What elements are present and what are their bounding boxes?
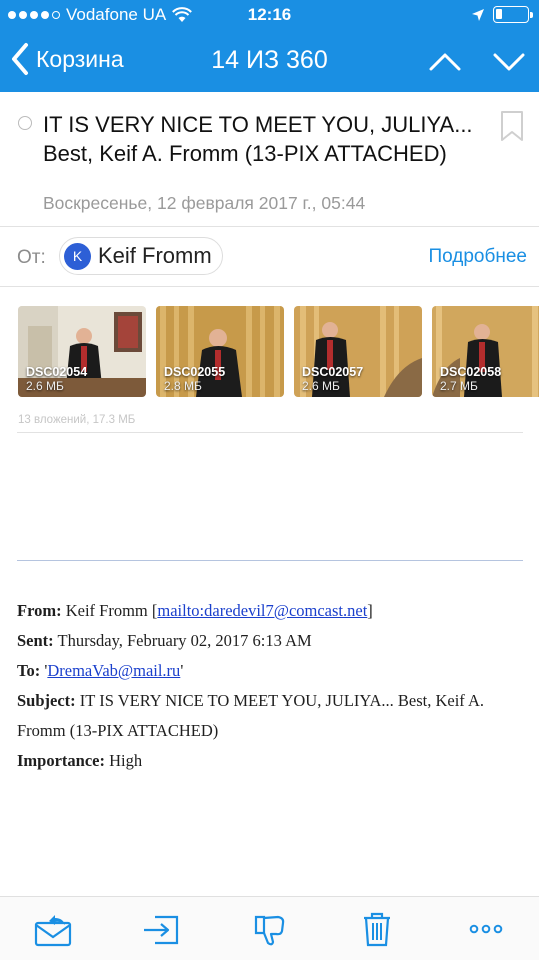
body-sent-value: Thursday, February 02, 2017 6:13 AM [57,631,312,650]
body-sent-line: Sent: Thursday, February 02, 2017 6:13 A… [17,626,522,656]
attachment-thumbnail[interactable]: DSC02055 2.8 МБ [156,306,284,397]
sender-chip[interactable]: K Keif Fromm [59,237,223,275]
body-importance-label: Importance: [17,751,105,770]
location-arrow-icon [472,8,484,21]
attachment-name: DSC02055 [164,365,226,379]
battery-icon [493,6,533,23]
clock: 12:16 [247,5,292,24]
attachments-strip: DSC02054 2.6 МБ DSC02055 2.8 МБ DSC02057… [18,306,539,398]
body-to-close: ' [180,661,184,680]
body-from-close: ] [367,601,373,620]
spam-icon[interactable] [250,909,290,949]
body-subject-value: IT IS VERY NICE TO MEET YOU, JULIYA... B… [17,691,485,740]
back-button[interactable]: Корзина [10,42,124,76]
attachments-divider [17,432,523,433]
move-icon[interactable] [141,909,181,949]
trash-icon[interactable] [357,909,397,949]
recipient-email-link[interactable]: DremaVab@mail.ru [47,661,180,680]
status-bar: Vodafone UA 12:16 [0,0,539,30]
next-message-button[interactable] [492,44,526,78]
sender-name: Keif Fromm [98,243,212,268]
sender-email-link[interactable]: mailto:daredevil7@comcast.net [157,601,367,620]
bookmark-icon[interactable] [500,110,524,142]
attachment-size: 2.6 МБ [26,379,64,393]
attachment-size: 2.8 МБ [164,379,202,393]
message-subject: IT IS VERY NICE TO MEET YOU, JULIYA... B… [43,112,473,166]
reply-icon[interactable] [33,909,73,949]
body-importance-value: High [109,751,143,770]
from-divider [0,286,539,287]
body-sent-label: Sent: [17,631,54,650]
from-label: От: [17,247,46,268]
unread-toggle[interactable] [18,116,32,130]
bottom-toolbar [0,896,539,960]
back-label: Корзина [36,45,124,72]
body-to-line: To: 'DremaVab@mail.ru' [17,656,522,686]
message-position: 14 ИЗ 360 [211,46,328,74]
attachment-thumbnail[interactable]: DSC02058 2.7 МБ [432,306,539,397]
message-date: Воскресенье, 12 февраля 2017 г., 05:44 [43,193,366,213]
status-right [471,6,533,23]
attachment-size: 2.6 МБ [302,379,340,393]
body-separator [17,560,523,561]
nav-bar: Корзина 14 ИЗ 360 [0,30,539,92]
body-importance-line: Importance: High [17,746,522,776]
from-row: От: K Keif Fromm Подробнее [0,232,539,282]
previous-message-button[interactable] [428,44,462,78]
body-from-line: From: Keif Fromm [mailto:daredevil7@comc… [17,596,522,626]
body-to-label: To: [17,661,41,680]
avatar: K [64,242,91,270]
attachment-name: DSC02054 [26,365,88,379]
body-from-name: Keif Fromm [ [65,601,158,620]
body-subject-line: Subject: IT IS VERY NICE TO MEET YOU, JU… [17,686,522,746]
attachment-thumbnail[interactable]: DSC02057 2.6 МБ [294,306,422,397]
attachment-name: DSC02058 [440,365,502,379]
details-link[interactable]: Подробнее [428,246,527,268]
attachment-thumbnail[interactable]: DSC02054 2.6 МБ [18,306,146,397]
message-header: IT IS VERY NICE TO MEET YOU, JULIYA... B… [0,92,539,222]
attachments-summary: 13 вложений, 17.3 МБ [18,414,136,426]
chevron-left-icon [12,43,28,75]
header-divider [0,226,539,227]
message-body: From: Keif Fromm [mailto:daredevil7@comc… [17,596,522,776]
top-header: Vodafone UA 12:16 Корзина 14 ИЗ 360 [0,0,539,92]
body-from-label: From: [17,601,62,620]
body-subject-label: Subject: [17,691,76,710]
attachment-size: 2.7 МБ [440,379,478,393]
attachment-name: DSC02057 [302,365,364,379]
more-icon[interactable] [466,909,506,949]
